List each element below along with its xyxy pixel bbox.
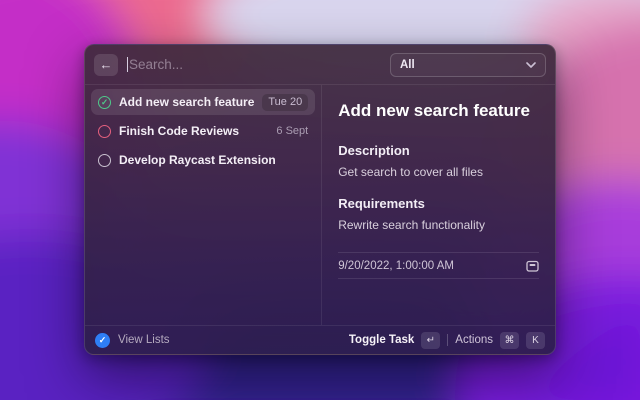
task-row[interactable]: Finish Code Reviews 6 Sept	[91, 118, 315, 144]
task-status-open-icon	[98, 125, 111, 138]
back-arrow-icon: ←	[100, 58, 113, 71]
text-caret	[127, 57, 128, 72]
search-header: ← All	[85, 45, 555, 85]
calendar-icon	[526, 260, 539, 272]
window-body: ✓ Add new search feature Tue 20 Finish C…	[85, 85, 555, 325]
desktop: ← All ✓ Add new search feature	[0, 0, 640, 400]
k-keycap: K	[526, 332, 545, 349]
section-heading-description: Description	[338, 143, 539, 158]
footer-actions: Toggle Task ↵ Actions ⌘ K	[349, 332, 545, 349]
section-body-description: Get search to cover all files	[338, 165, 539, 179]
todo-app-icon: ✓	[95, 333, 110, 348]
due-date-value: 9/20/2022, 1:00:00 AM	[338, 260, 454, 272]
task-row[interactable]: ✓ Add new search feature Tue 20	[91, 89, 315, 115]
task-due-date: Tue 20	[262, 94, 308, 111]
due-date-field[interactable]: 9/20/2022, 1:00:00 AM	[338, 252, 539, 279]
task-list: ✓ Add new search feature Tue 20 Finish C…	[85, 85, 321, 325]
raycast-window: ← All ✓ Add new search feature	[84, 44, 556, 355]
task-label: Add new search feature	[119, 95, 254, 109]
section-body-requirements: Rewrite search functionality	[338, 218, 539, 232]
search-field	[127, 57, 381, 72]
task-detail-panel: Add new search feature Description Get s…	[322, 85, 555, 325]
filter-dropdown[interactable]: All	[390, 53, 546, 77]
task-status-open-icon	[98, 154, 111, 167]
search-input[interactable]	[129, 57, 381, 72]
task-due-date: 6 Sept	[276, 125, 308, 137]
enter-keycap: ↵	[421, 332, 440, 349]
back-button[interactable]: ←	[94, 54, 118, 76]
task-status-done-icon: ✓	[98, 96, 111, 109]
toggle-task-action[interactable]: Toggle Task	[349, 334, 414, 346]
detail-title: Add new search feature	[338, 101, 539, 121]
task-row[interactable]: Develop Raycast Extension	[91, 147, 315, 173]
filter-dropdown-value: All	[400, 59, 415, 71]
command-name-label: View Lists	[118, 334, 170, 346]
cmd-keycap: ⌘	[500, 332, 519, 349]
actions-menu-button[interactable]: Actions	[455, 334, 493, 346]
section-heading-requirements: Requirements	[338, 196, 539, 211]
chevron-down-icon	[526, 62, 536, 68]
task-label: Develop Raycast Extension	[119, 153, 300, 167]
footer-divider	[447, 334, 448, 346]
task-label: Finish Code Reviews	[119, 124, 268, 138]
action-bar: ✓ View Lists Toggle Task ↵ Actions ⌘ K	[85, 325, 555, 354]
